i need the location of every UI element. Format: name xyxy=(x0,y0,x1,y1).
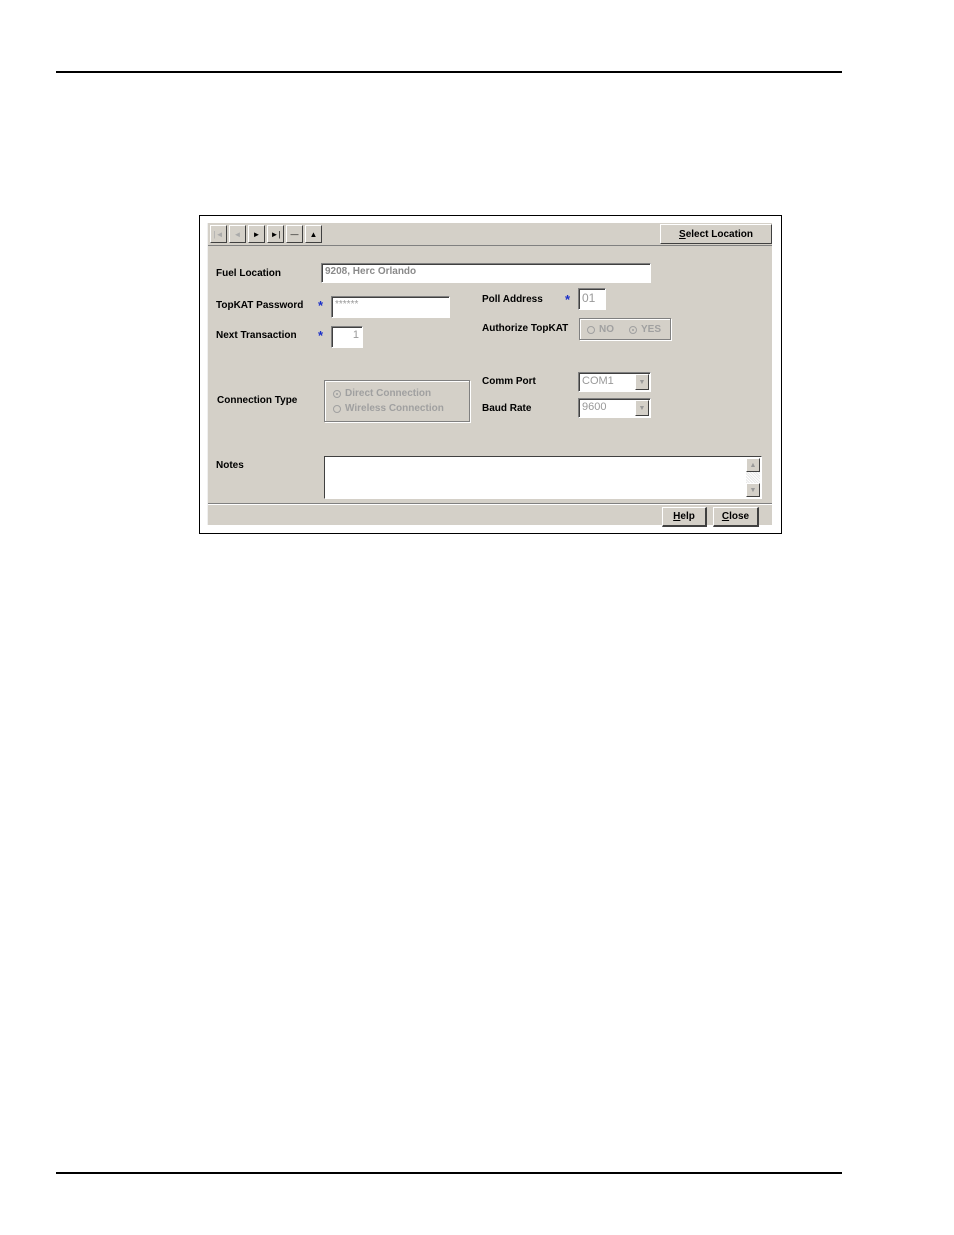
last-record-button[interactable]: ►| xyxy=(267,225,284,243)
fuel-location-window: |◄ ◄ ► ►| — ▲ Select Location Fuel Locat… xyxy=(207,223,772,527)
poll-address-label: Poll Address xyxy=(482,294,543,305)
topkat-password-label: TopKAT Password xyxy=(216,300,304,311)
fuel-location-field[interactable]: 9208, Herc Orlando xyxy=(321,263,651,283)
page-bottom-rule xyxy=(56,1172,842,1174)
select-location-mnemonic: S xyxy=(679,228,686,240)
page-top-rule xyxy=(56,71,842,73)
wireless-connection-label: Wireless Connection xyxy=(345,403,444,414)
scroll-up-icon[interactable]: ▲ xyxy=(746,458,760,472)
comm-port-value: COM1 xyxy=(582,375,614,387)
previous-record-button[interactable]: ◄ xyxy=(229,225,246,243)
radio-on-icon xyxy=(333,389,341,398)
direct-connection-label: Direct Connection xyxy=(345,388,432,399)
poll-address-field[interactable]: 01 xyxy=(578,288,606,310)
help-mnemonic: H xyxy=(673,511,681,522)
required-star-poll: * xyxy=(565,292,571,307)
first-record-button[interactable]: |◄ xyxy=(210,225,227,243)
delete-record-button[interactable]: — xyxy=(286,225,303,243)
notes-label: Notes xyxy=(216,460,244,471)
close-label: lose xyxy=(729,511,750,522)
close-button[interactable]: Close xyxy=(713,507,759,527)
connection-type-group: Direct Connection Wireless Connection xyxy=(324,380,470,422)
comm-port-label: Comm Port xyxy=(482,376,536,387)
select-location-label: elect Location xyxy=(685,228,753,240)
authorize-topkat-label: Authorize TopKAT xyxy=(482,323,569,334)
radio-on-icon xyxy=(629,325,637,334)
previous-record-icon: ◄ xyxy=(233,229,242,239)
first-record-icon: |◄ xyxy=(213,229,224,239)
chevron-down-icon[interactable]: ▼ xyxy=(635,400,649,416)
last-record-icon: ►| xyxy=(270,229,281,239)
fuel-location-label: Fuel Location xyxy=(216,268,281,279)
scroll-down-icon[interactable]: ▼ xyxy=(746,483,760,497)
baud-rate-label: Baud Rate xyxy=(482,403,532,414)
dialog-footer: Help Close xyxy=(208,503,772,527)
next-record-icon: ► xyxy=(252,229,261,239)
next-transaction-field[interactable]: 1 xyxy=(331,326,363,348)
authorize-no-label: NO xyxy=(599,324,614,335)
radio-off-icon xyxy=(333,404,341,413)
notes-scrollbar[interactable]: ▲ ▼ xyxy=(746,458,760,497)
next-transaction-label: Next Transaction xyxy=(216,330,297,341)
direct-connection-radio[interactable]: Direct Connection xyxy=(333,388,431,399)
required-star-transaction: * xyxy=(318,328,324,343)
help-button[interactable]: Help xyxy=(662,507,707,527)
authorize-yes-label: YES xyxy=(641,324,662,335)
collapse-button[interactable]: ▲ xyxy=(305,225,322,243)
authorize-topkat-group: NO YES xyxy=(579,318,671,340)
minus-icon: — xyxy=(290,229,299,239)
required-star-password: * xyxy=(318,298,324,313)
notes-textarea[interactable]: ▲ ▼ xyxy=(324,456,762,499)
chevron-down-icon[interactable]: ▼ xyxy=(635,374,649,390)
topkat-password-field[interactable]: ****** xyxy=(331,296,450,318)
radio-off-icon xyxy=(587,325,595,334)
next-record-button[interactable]: ► xyxy=(248,225,265,243)
help-label: elp xyxy=(680,511,695,522)
wireless-connection-radio[interactable]: Wireless Connection xyxy=(333,403,444,414)
close-mnemonic: C xyxy=(721,511,730,522)
baud-rate-value: 9600 xyxy=(582,401,607,413)
screenshot-frame: |◄ ◄ ► ►| — ▲ Select Location Fuel Locat… xyxy=(199,215,782,534)
authorize-yes-radio[interactable]: YES xyxy=(629,324,661,335)
select-location-button[interactable]: Select Location xyxy=(660,224,772,244)
triangle-up-icon: ▲ xyxy=(309,229,318,239)
connection-type-label: Connection Type xyxy=(217,395,298,406)
comm-port-select[interactable]: COM1 ▼ xyxy=(578,372,651,392)
baud-rate-select[interactable]: 9600 ▼ xyxy=(578,398,651,418)
authorize-no-radio[interactable]: NO xyxy=(587,324,614,335)
record-toolbar: |◄ ◄ ► ►| — ▲ Select Location xyxy=(208,223,772,246)
